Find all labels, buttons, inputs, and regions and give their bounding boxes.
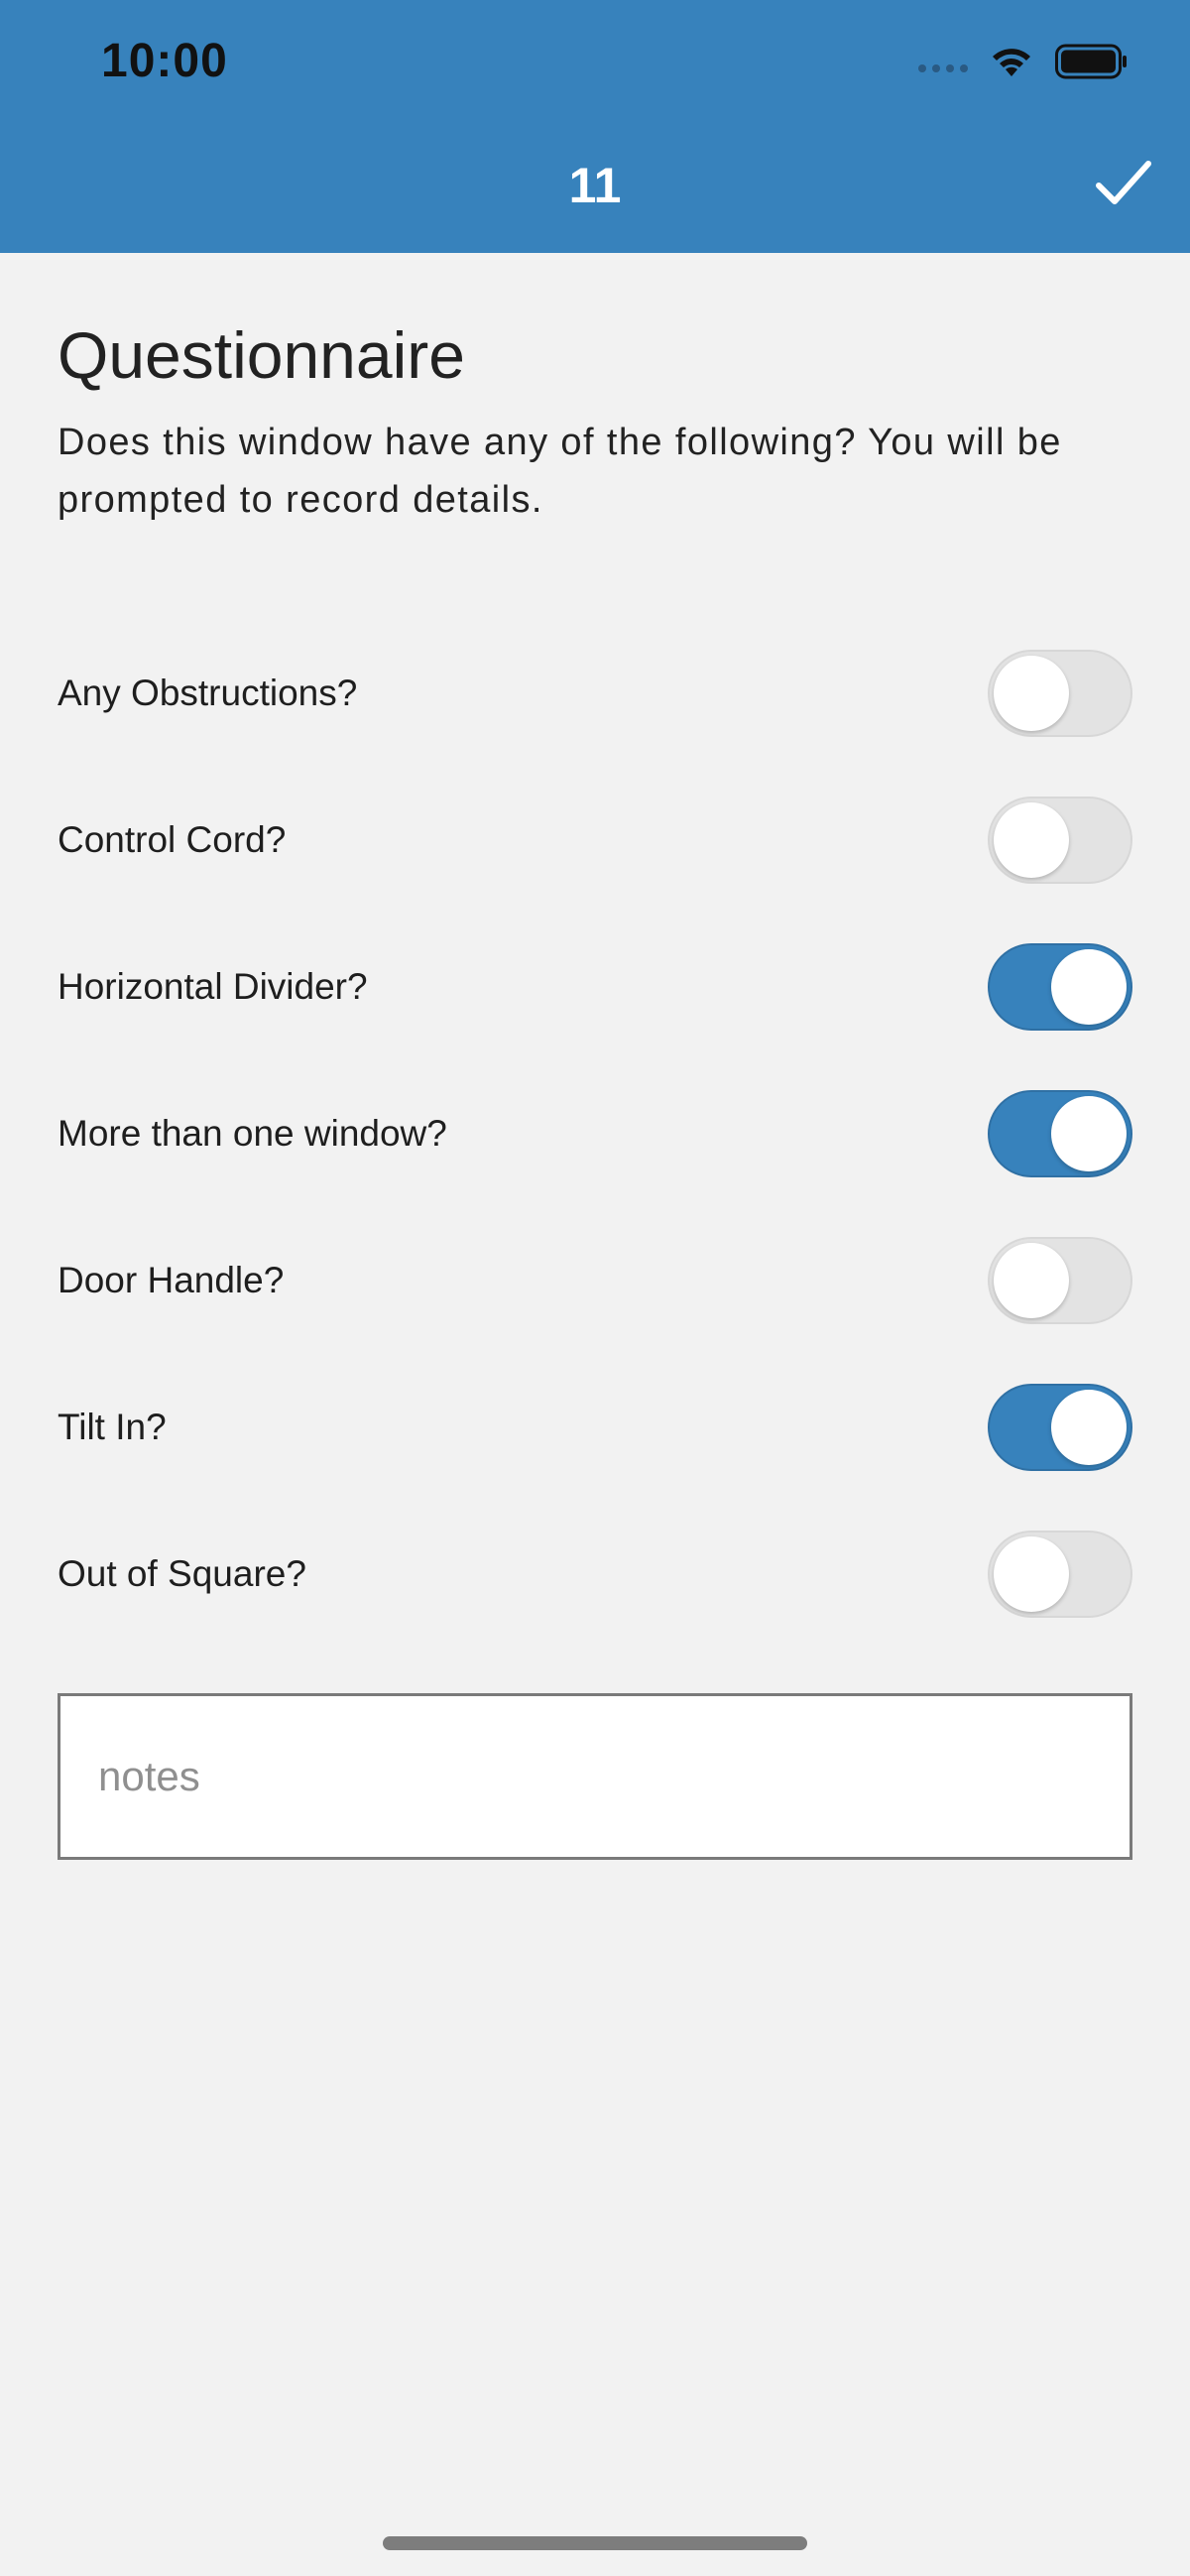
tilt-in-toggle[interactable]	[988, 1384, 1132, 1471]
multiple-windows-toggle[interactable]	[988, 1090, 1132, 1177]
page-title: 11	[568, 158, 622, 213]
question-label: Horizontal Divider?	[58, 966, 368, 1007]
question-label: More than one window?	[58, 1113, 447, 1154]
status-time: 10:00	[101, 35, 228, 87]
out-of-square-toggle[interactable]	[988, 1531, 1132, 1618]
question-row: Tilt In?	[58, 1354, 1132, 1501]
toggle-knob	[1051, 1096, 1127, 1171]
obstructions-toggle[interactable]	[988, 650, 1132, 737]
horizontal-divider-toggle[interactable]	[988, 943, 1132, 1031]
checkmark-icon	[1096, 161, 1151, 204]
control-cord-toggle[interactable]	[988, 797, 1132, 884]
question-row: Any Obstructions?	[58, 620, 1132, 767]
question-label: Door Handle?	[58, 1260, 285, 1300]
questionnaire-description: Does this window have any of the followi…	[58, 422, 1062, 521]
question-row: Door Handle?	[58, 1207, 1132, 1354]
app-header: 10:00 11	[0, 0, 1190, 253]
signal-dots-icon	[918, 64, 968, 72]
question-label: Tilt In?	[58, 1407, 167, 1447]
question-row: More than one window?	[58, 1060, 1132, 1207]
question-row: Out of Square?	[58, 1501, 1132, 1648]
toggle-knob	[994, 1243, 1069, 1318]
confirm-button[interactable]	[1095, 159, 1152, 208]
questionnaire-section: Questionnaire Does this window have any …	[58, 253, 1132, 1618]
question-label: Control Cord?	[58, 819, 287, 860]
question-list: Any Obstructions? Control Cord? Horizont…	[58, 620, 1132, 1648]
battery-icon	[1055, 44, 1127, 79]
question-label: Any Obstructions?	[58, 673, 358, 713]
home-indicator[interactable]	[383, 2536, 807, 2550]
question-row: Control Cord?	[58, 767, 1132, 914]
questionnaire-title: Questionnaire	[58, 318, 465, 392]
toggle-knob	[994, 1536, 1069, 1612]
wifi-icon	[993, 49, 1030, 76]
door-handle-toggle[interactable]	[988, 1237, 1132, 1324]
toggle-knob	[994, 656, 1069, 731]
toggle-knob	[994, 802, 1069, 878]
question-label: Out of Square?	[58, 1553, 306, 1594]
question-row: Horizontal Divider?	[58, 914, 1132, 1060]
toggle-knob	[1051, 949, 1127, 1025]
status-icons	[918, 42, 1129, 81]
notes-input[interactable]	[58, 1693, 1132, 1860]
toggle-knob	[1051, 1390, 1127, 1465]
